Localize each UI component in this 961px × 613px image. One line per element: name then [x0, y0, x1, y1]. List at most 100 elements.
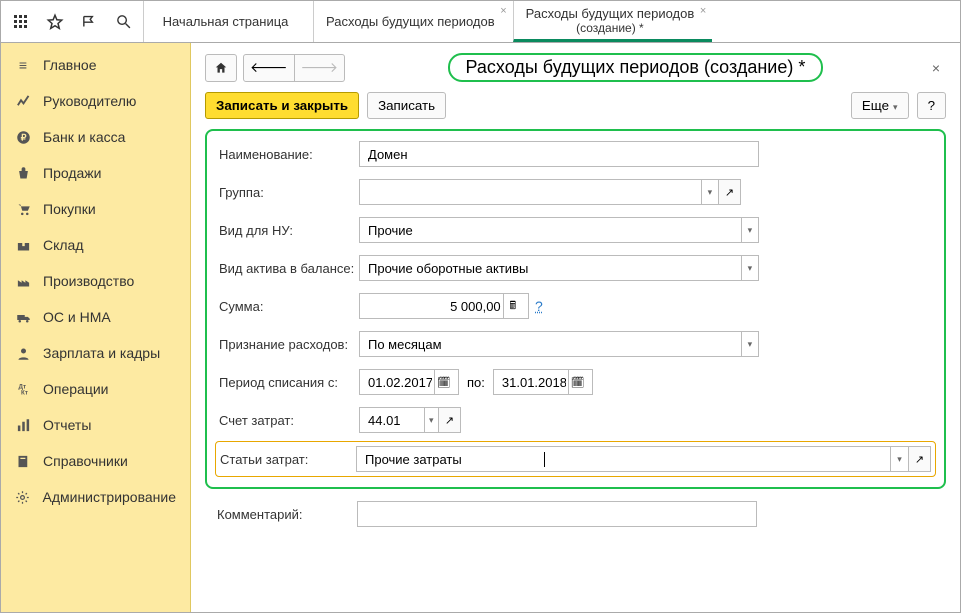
sidebar-item-production[interactable]: Производство — [1, 263, 190, 299]
label-comment: Комментарий: — [217, 507, 357, 522]
dropdown-icon[interactable]: ▾ — [424, 408, 438, 432]
sidebar-item-reports[interactable]: Отчеты — [1, 407, 190, 443]
sidebar-item-label: Руководителю — [43, 93, 136, 109]
period-from-field[interactable]: 🗓 — [359, 369, 459, 395]
label-vid-nu: Вид для НУ: — [219, 223, 359, 238]
label-period: Период списания с: — [219, 375, 359, 390]
operations-icon: ДтКт — [15, 381, 31, 397]
name-input[interactable] — [366, 146, 752, 163]
label-priznanie: Признание расходов: — [219, 337, 359, 352]
sidebar-item-label: Администрирование — [43, 489, 177, 505]
vid-nu-field[interactable]: ▾ — [359, 217, 759, 243]
summa-input[interactable] — [366, 298, 503, 315]
summa-field[interactable]: 🖩 — [359, 293, 529, 319]
search-icon[interactable] — [113, 12, 133, 32]
label-stati: Статьи затрат: — [216, 452, 356, 467]
apps-icon[interactable] — [11, 12, 31, 32]
sidebar-item-bank[interactable]: ₽ Банк и касса — [1, 119, 190, 155]
box-icon — [15, 237, 31, 253]
sidebar-item-label: Отчеты — [43, 417, 91, 433]
sidebar-item-label: Покупки — [43, 201, 96, 217]
open-button[interactable]: ↗ — [909, 446, 931, 472]
sidebar-item-admin[interactable]: Администрирование — [1, 479, 190, 515]
dropdown-icon[interactable]: ▾ — [701, 180, 718, 204]
dropdown-icon[interactable]: ▾ — [890, 447, 908, 471]
tab-close-icon[interactable]: × — [500, 5, 506, 17]
vid-nu-input[interactable] — [366, 222, 741, 239]
nav-back-button[interactable]: 🡐 — [243, 54, 295, 82]
vid-aktiva-input[interactable] — [366, 260, 741, 277]
tab-rbp-create[interactable]: Расходы будущих периодов (создание) * × — [513, 1, 713, 42]
priznanie-input[interactable] — [366, 336, 741, 353]
sidebar-item-label: Банк и касса — [43, 129, 125, 145]
name-field[interactable] — [359, 141, 759, 167]
sidebar-item-purchases[interactable]: Покупки — [1, 191, 190, 227]
save-close-button[interactable]: Записать и закрыть — [205, 92, 359, 119]
menu-icon: ≡ — [15, 57, 31, 73]
sidebar-item-warehouse[interactable]: Склад — [1, 227, 190, 263]
open-button[interactable]: ↗ — [719, 179, 741, 205]
schet-field[interactable]: ▾ — [359, 407, 439, 433]
group-input[interactable] — [366, 184, 701, 201]
sidebar-item-label: Производство — [43, 273, 134, 289]
priznanie-field[interactable]: ▾ — [359, 331, 759, 357]
tab-label: Начальная страница — [163, 14, 289, 29]
page-title: Расходы будущих периодов (создание) * — [448, 53, 824, 82]
save-button[interactable]: Записать — [367, 92, 446, 119]
dropdown-icon[interactable]: ▾ — [741, 332, 758, 356]
vid-aktiva-field[interactable]: ▾ — [359, 255, 759, 281]
sidebar-item-assets[interactable]: ОС и НМА — [1, 299, 190, 335]
period-to-input[interactable] — [500, 374, 568, 391]
sidebar-item-label: Главное — [43, 57, 97, 73]
bar-chart-icon — [15, 417, 31, 433]
label-po: по: — [467, 375, 485, 390]
label-summa: Сумма: — [219, 299, 359, 314]
truck-icon — [15, 309, 31, 325]
sidebar-item-sales[interactable]: Продажи — [1, 155, 190, 191]
dropdown-icon[interactable]: ▾ — [741, 256, 758, 280]
period-to-field[interactable]: 🗓 — [493, 369, 593, 395]
history-icon[interactable] — [79, 12, 99, 32]
dropdown-icon[interactable]: ▾ — [741, 218, 758, 242]
tab-home[interactable]: Начальная страница — [143, 1, 313, 42]
gear-icon — [15, 489, 31, 505]
more-button[interactable]: Еще — [851, 92, 909, 119]
calendar-icon[interactable]: 🗓 — [434, 370, 452, 394]
period-from-input[interactable] — [366, 374, 434, 391]
star-icon[interactable] — [45, 12, 65, 32]
help-link[interactable]: ? — [535, 298, 543, 314]
label-group: Группа: — [219, 185, 359, 200]
form-highlight-box: Наименование: Группа: ▾ ↗ — [205, 129, 946, 489]
sidebar-item-hr[interactable]: Зарплата и кадры — [1, 335, 190, 371]
label-schet: Счет затрат: — [219, 413, 359, 428]
sidebar-item-manager[interactable]: Руководителю — [1, 83, 190, 119]
nav-forward-button[interactable]: 🡒 — [295, 54, 346, 82]
comment-field[interactable] — [357, 501, 757, 527]
tab-close-icon[interactable]: × — [700, 5, 706, 17]
open-button[interactable]: ↗ — [439, 407, 461, 433]
calendar-icon[interactable]: 🗓 — [568, 370, 586, 394]
help-button[interactable]: ? — [917, 92, 946, 119]
tab-label: Расходы будущих периодов — [326, 14, 495, 29]
sidebar: ≡ Главное Руководителю ₽ Банк и касса Пр… — [1, 43, 191, 612]
cart-icon — [15, 201, 31, 217]
sidebar-item-operations[interactable]: ДтКт Операции — [1, 371, 190, 407]
close-button[interactable]: × — [926, 56, 946, 80]
stati-field[interactable]: ▾ — [356, 446, 909, 472]
sidebar-item-label: Справочники — [43, 453, 128, 469]
comment-input[interactable] — [364, 506, 750, 523]
sidebar-item-reference[interactable]: Справочники — [1, 443, 190, 479]
sidebar-item-main[interactable]: ≡ Главное — [1, 47, 190, 83]
calculator-icon[interactable]: 🖩 — [503, 294, 522, 318]
home-button[interactable] — [205, 54, 237, 82]
bag-icon — [15, 165, 31, 181]
group-field[interactable]: ▾ — [359, 179, 719, 205]
ruble-icon: ₽ — [15, 129, 31, 145]
schet-input[interactable] — [366, 412, 424, 429]
tab-label: Расходы будущих периодов — [526, 6, 695, 21]
svg-text:Кт: Кт — [21, 389, 28, 396]
sidebar-item-label: Зарплата и кадры — [43, 345, 160, 361]
tab-rbp-list[interactable]: Расходы будущих периодов × — [313, 1, 513, 42]
stati-input[interactable] — [363, 451, 543, 468]
label-name: Наименование: — [219, 147, 359, 162]
